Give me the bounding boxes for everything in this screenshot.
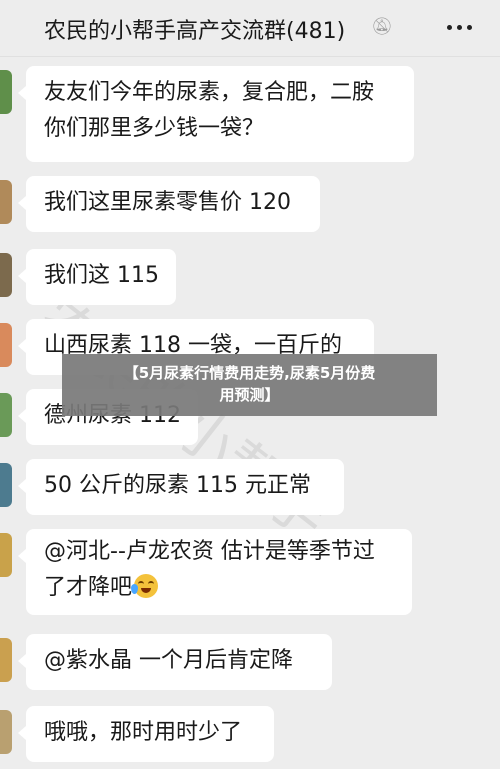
message-text: 哦哦，那时用时少了 [44, 720, 243, 745]
sender-avatar[interactable] [0, 253, 12, 297]
message-text: @紫水晶 一个月后肯定降 [44, 648, 293, 673]
message-bubble[interactable]: 50 公斤的尿素 115 元正常 [18, 459, 344, 515]
chat-screen: 农民的小帮手高产交流群(481) 🔕︎ 农民的小帮手 友友们今年的尿素，复合肥，… [0, 0, 500, 769]
message-bubble[interactable]: @紫水晶 一个月后肯定降 [18, 634, 332, 690]
sender-avatar[interactable] [0, 533, 12, 577]
mute-bell-icon: 🔕︎ [371, 17, 393, 37]
chat-header: 农民的小帮手高产交流群(481) 🔕︎ [0, 0, 500, 57]
message-text: 了才降吧 [44, 575, 133, 600]
crying-laughing-emoji-icon [131, 574, 159, 598]
message-bubble[interactable]: 友友们今年的尿素，复合肥，二胺 你们那里多少钱一袋？ [18, 66, 414, 162]
banner-line: 用预测】 [219, 386, 280, 404]
sender-avatar[interactable] [0, 710, 12, 754]
group-title[interactable]: 农民的小帮手高产交流群(481) [44, 13, 345, 45]
sender-avatar[interactable] [0, 393, 12, 437]
message-bubble[interactable]: 哦哦，那时用时少了 [18, 706, 274, 762]
sender-avatar[interactable] [0, 323, 12, 367]
sender-avatar[interactable] [0, 180, 12, 224]
banner-line: 【5月尿素行情费用走势,尿素5月份费 [123, 364, 376, 382]
message-bubble[interactable]: @河北--卢龙农资 估计是等季节过 了才降吧 [18, 529, 412, 615]
sender-avatar[interactable] [0, 638, 12, 682]
sender-avatar[interactable] [0, 70, 12, 114]
message-bubble[interactable]: 我们这里尿素零售价 120 [18, 176, 320, 232]
message-bubble[interactable]: 我们这 115 [18, 249, 176, 305]
message-text: 我们这里尿素零售价 120 [44, 190, 291, 215]
message-text: 友友们今年的尿素，复合肥，二胺 [44, 80, 375, 105]
message-text: @河北--卢龙农资 估计是等季节过 [44, 539, 375, 564]
message-text: 你们那里多少钱一袋？ [44, 116, 265, 141]
more-options-icon[interactable] [446, 16, 474, 38]
article-title-banner: 【5月尿素行情费用走势,尿素5月份费 用预测】 [62, 354, 437, 416]
sender-avatar[interactable] [0, 463, 12, 507]
message-text: 50 公斤的尿素 115 元正常 [44, 473, 311, 498]
message-text: 我们这 115 [44, 263, 159, 288]
